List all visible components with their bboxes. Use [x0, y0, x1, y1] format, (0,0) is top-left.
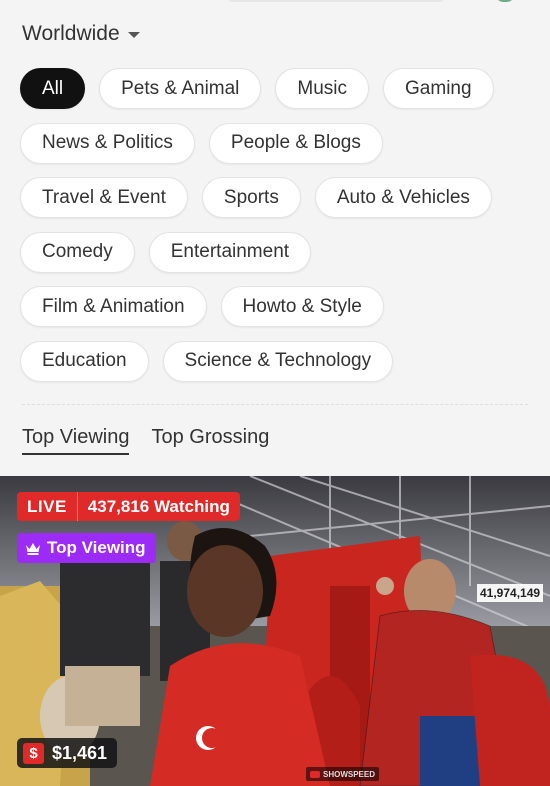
tab-top-grossing[interactable]: Top Grossing: [151, 426, 269, 455]
category-chip-news-politics[interactable]: News & Politics: [20, 122, 195, 164]
dollar-icon: $: [23, 742, 44, 764]
category-chip-sports[interactable]: Sports: [201, 177, 301, 218]
category-chips: All Pets & Animal Music Gaming News & Politi…: [20, 68, 530, 395]
chip-row: Education Science & Technology: [20, 340, 530, 383]
chip-row: Film & Animation Howto & Style: [20, 286, 530, 328]
avatar[interactable]: [494, 0, 516, 2]
category-chip-gaming[interactable]: Gaming: [383, 68, 494, 109]
chip-row: Travel & Event Sports Auto & Vehicles: [20, 177, 530, 219]
watching-count: 437,816 Watching: [87, 496, 230, 516]
top-viewing-badge: Top Viewing: [17, 533, 156, 563]
category-chip-people-blogs[interactable]: People & Blogs: [208, 122, 383, 164]
watermark-text: SHOWSPEED: [323, 769, 376, 779]
top-bar: [0, 0, 550, 18]
category-chip-travel-event[interactable]: Travel & Event: [20, 177, 188, 218]
region-selector[interactable]: Worldwide: [22, 22, 140, 46]
top-viewing-label: Top Viewing: [47, 538, 146, 557]
chip-row: News & Politics People & Blogs: [20, 122, 530, 165]
chip-row: All Pets & Animal Music Gaming: [20, 68, 530, 110]
category-chip-howto-style[interactable]: Howto & Style: [220, 286, 384, 327]
category-chip-education[interactable]: Education: [20, 340, 149, 382]
divider: [22, 404, 528, 405]
crown-icon: [26, 542, 40, 555]
live-label: LIVE: [17, 492, 78, 521]
channel-watermark: SHOWSPEED: [306, 767, 380, 781]
tab-top-viewing[interactable]: Top Viewing: [22, 426, 130, 455]
category-chip-auto-vehicles[interactable]: Auto & Vehicles: [314, 177, 492, 218]
category-chip-entertainment[interactable]: Entertainment: [148, 231, 312, 273]
category-chip-science-technology[interactable]: Science & Technology: [162, 340, 394, 382]
live-badge: LIVE 437,816 Watching: [17, 492, 240, 521]
search-bar-edge[interactable]: [228, 0, 444, 2]
live-stream-card[interactable]: LIVE 437,816 Watching Top Viewing 41,974…: [0, 476, 550, 786]
chip-row: Comedy Entertainment: [20, 231, 530, 274]
region-label: Worldwide: [22, 22, 120, 45]
category-chip-comedy[interactable]: Comedy: [20, 231, 135, 273]
earnings-badge: $ $1,461: [17, 738, 118, 768]
stream-overlay-counter: 41,974,149: [477, 584, 544, 602]
category-chip-music[interactable]: Music: [275, 68, 370, 109]
category-chip-film-animation[interactable]: Film & Animation: [20, 286, 207, 327]
earnings-amount: $1,461: [52, 742, 108, 763]
youtube-icon: [310, 770, 320, 778]
category-chip-all[interactable]: All: [20, 68, 86, 109]
ranking-tabs: Top Viewing Top Grossing: [22, 426, 269, 455]
category-chip-pets-animal[interactable]: Pets & Animal: [99, 68, 262, 109]
chevron-down-icon: [127, 32, 140, 38]
